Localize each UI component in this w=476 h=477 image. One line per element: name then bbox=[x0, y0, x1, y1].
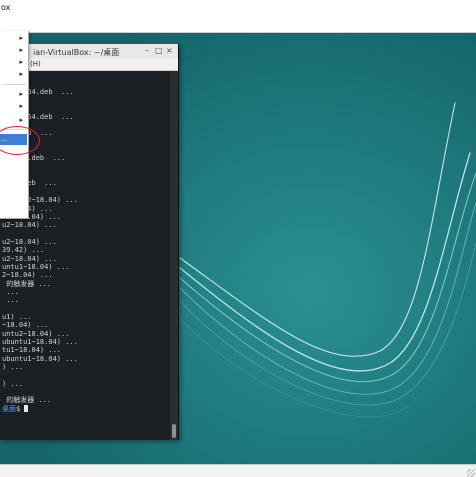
context-menu-item[interactable]: ▸ bbox=[0, 69, 27, 80]
terminal-line: untu1~18.04) ... bbox=[2, 262, 70, 271]
terminal-scrollbar[interactable] bbox=[170, 71, 178, 440]
menu-help[interactable]: (H) bbox=[30, 60, 41, 68]
submenu-arrow-icon: ▸ bbox=[19, 102, 23, 110]
terminal-line: 39.42) ... bbox=[2, 246, 45, 255]
terminal-line: 2~18.04) ... bbox=[2, 271, 53, 280]
context-menu-item[interactable]: ▸ bbox=[0, 89, 27, 100]
maximize-icon[interactable]: □ bbox=[155, 46, 163, 56]
close-icon[interactable]: × bbox=[166, 46, 173, 56]
terminal-line: tu1~18.04) ... bbox=[2, 346, 62, 355]
host-window-title: ox bbox=[1, 3, 11, 12]
terminal-line: u2~18.04) ... bbox=[2, 221, 57, 230]
context-menu-item[interactable]: ▸ bbox=[0, 115, 27, 126]
terminal-line: ) ... bbox=[2, 379, 24, 388]
submenu-arrow-icon: ▸ bbox=[19, 116, 23, 124]
host-window-statusbar bbox=[0, 464, 476, 477]
terminal-line: u2~18.04) ... bbox=[2, 254, 57, 263]
context-menu-item[interactable]: ▸ bbox=[0, 45, 27, 56]
terminal-line: ubuntu1~18.04) ... bbox=[2, 354, 78, 363]
terminal-line: 桌面$ bbox=[0, 404, 170, 413]
shell-prompt: 桌面 bbox=[2, 404, 16, 413]
terminal-line: untu2~18.04) ... bbox=[2, 329, 70, 338]
submenu-arrow-icon: ▸ bbox=[19, 46, 23, 54]
submenu-arrow-icon: ▸ bbox=[19, 34, 23, 42]
terminal-line: u2~18.04) ... bbox=[2, 237, 57, 246]
context-menu: ▸ ▸ ▸ ▸ ▸ ▸ ▸ ... bbox=[0, 31, 29, 219]
shell-prompt-suffix: $ bbox=[16, 404, 25, 413]
submenu-arrow-icon: ▸ bbox=[19, 58, 23, 66]
terminal-line: ... bbox=[2, 287, 19, 296]
terminal-line: u1) ... bbox=[2, 312, 32, 321]
context-menu-item[interactable]: ▸ bbox=[0, 101, 27, 112]
resize-grip-icon[interactable] bbox=[467, 469, 475, 477]
terminal-line: ~18.04) ... bbox=[2, 321, 49, 330]
context-menu-item[interactable]: ▸ bbox=[0, 33, 27, 44]
submenu-arrow-icon: ▸ bbox=[19, 70, 23, 78]
context-menu-separator bbox=[2, 84, 26, 85]
host-window-titlebar[interactable]: ox bbox=[0, 0, 476, 14]
submenu-arrow-icon: ▸ bbox=[19, 90, 23, 98]
terminal-line: 的触发器 ... bbox=[2, 279, 52, 288]
minimize-icon[interactable]: – bbox=[145, 46, 149, 56]
context-menu-item[interactable]: ▸ bbox=[0, 57, 27, 68]
terminal-cursor bbox=[24, 404, 29, 412]
terminal-line: ubuntu1~18.04) ... bbox=[2, 338, 78, 346]
terminal-line: ... bbox=[2, 296, 19, 305]
terminal-line: ) ... bbox=[2, 363, 24, 372]
scrollbar-thumb[interactable] bbox=[172, 424, 176, 438]
host-window-menubar bbox=[0, 14, 476, 33]
terminal-line: 的触发器 ... bbox=[2, 396, 52, 405]
screen: ox ian-VirtualBox: ~/桌面 – □ × (H) _amd64… bbox=[0, 0, 476, 477]
terminal-title: ian-VirtualBox: ~/桌面 bbox=[33, 48, 120, 57]
